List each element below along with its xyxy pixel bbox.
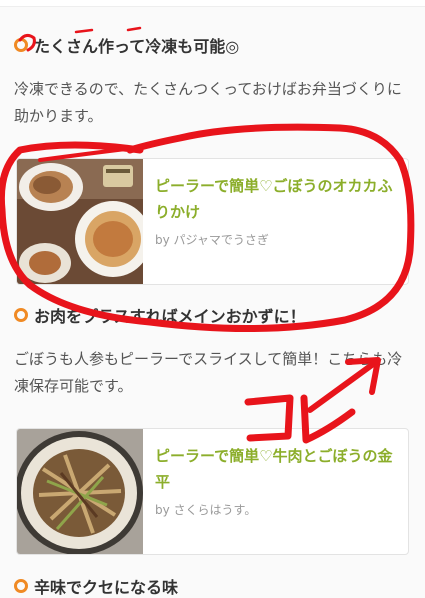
section-bullet-icon — [14, 579, 28, 593]
recipe-title[interactable]: ピーラーで簡単♡牛肉とごぼうの金平 — [155, 443, 396, 495]
section-title: 辛味でクセになる味 — [34, 578, 179, 597]
page-top-border — [0, 0, 425, 7]
section-title: お肉をプラスすればメインおかずに！ — [34, 307, 306, 326]
section-heading-1: たくさん作って冷凍も可能◎ — [14, 33, 239, 57]
recipe-author: by さくらはうす。 — [155, 503, 257, 517]
section-description: ごぼうも人参もピーラーでスライスして簡単！こちらも冷凍保存可能です。 — [14, 350, 403, 395]
recipe-title[interactable]: ピーラーで簡単♡ごぼうのオカカふりかけ — [155, 173, 396, 225]
section-description: 冷凍できるので、たくさんつくっておけばお弁当づくりに助かります。 — [14, 80, 402, 125]
recipe-card[interactable]: ピーラーで簡単♡ごぼうのオカカふりかけ by パジャマでうさぎ — [16, 158, 409, 285]
section-heading-2: お肉をプラスすればメインおかずに！ — [14, 303, 306, 327]
recipe-thumbnail — [17, 429, 143, 554]
recipe-author: by パジャマでうさぎ — [155, 233, 269, 247]
section-heading-3: 辛味でクセになる味 — [14, 574, 178, 598]
recipe-thumbnail — [17, 159, 143, 284]
section-bullet-icon — [14, 308, 28, 322]
recipe-card[interactable]: ピーラーで簡単♡牛肉とごぼうの金平 by さくらはうす。 — [16, 428, 409, 555]
section-title: たくさん作って冷凍も可能◎ — [34, 37, 240, 56]
section-bullet-icon — [14, 38, 28, 52]
